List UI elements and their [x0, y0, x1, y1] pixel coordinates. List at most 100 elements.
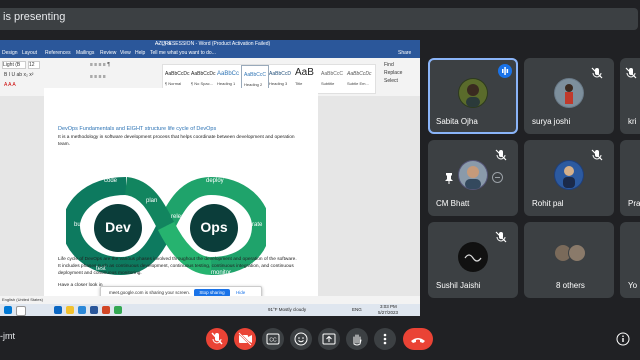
participant-tile[interactable]: Pra [620, 140, 640, 216]
participant-tile[interactable]: surya joshi [524, 58, 614, 134]
participant-tile[interactable]: CM Bhatt [428, 140, 518, 216]
format-buttons[interactable]: B I U ab x₂ x² [4, 72, 33, 78]
word-titlebar: AZURESESSION - Word (Product Activation … [0, 40, 420, 48]
info-icon[interactable] [616, 332, 630, 346]
speaking-indicator-icon [498, 64, 512, 78]
camera-off-icon [238, 332, 252, 346]
ribbon-tabs: Design Layout References Mailings Review… [0, 48, 420, 58]
captions-button[interactable]: CC [262, 328, 284, 350]
participant-tile[interactable]: Sabita Ojha [428, 58, 518, 134]
window-controls: — ▢ ✕ [155, 41, 172, 47]
font-name-box[interactable]: Light (B [2, 61, 26, 69]
find-button[interactable]: Find [384, 62, 394, 68]
search-icon[interactable] [16, 306, 26, 316]
doc-intro: It is a methodology in software developm… [58, 135, 295, 147]
word-icon[interactable] [90, 306, 98, 314]
present-button[interactable] [318, 328, 340, 350]
participant-name: Yo [628, 281, 638, 290]
presenting-banner: is presenting [0, 8, 638, 30]
avatar [458, 160, 488, 190]
participant-name: 8 others [556, 281, 585, 290]
avatar [554, 160, 584, 190]
raise-hand-button[interactable] [346, 328, 368, 350]
mic-toggle-button[interactable] [206, 328, 228, 350]
doc-heading: DevOps Fundamentals and EIGHT structure … [58, 126, 217, 132]
participant-name: Pra [628, 199, 640, 208]
avatar [458, 78, 488, 108]
participant-tile-others[interactable]: 8 others [524, 222, 614, 298]
remove-icon[interactable] [492, 172, 503, 183]
weather-text: 91°F Mostly cloudy [268, 307, 307, 312]
loop-word: deploy [206, 178, 224, 184]
loop-word: plan [146, 198, 157, 204]
participant-tile[interactable]: kri [620, 58, 640, 134]
emoji-icon [294, 332, 308, 346]
style-subtitle[interactable]: AaBbCcC Subtitle [319, 65, 345, 93]
reactions-button[interactable] [290, 328, 312, 350]
participant-name: Rohit pal [532, 199, 564, 208]
ribbon-tab[interactable]: References [45, 48, 71, 58]
logo-dev-text: Dev [105, 219, 131, 235]
more-vert-icon [383, 333, 387, 345]
style-subtle-emphasis[interactable]: AaBbCcDc Subtle Em... [345, 65, 371, 93]
align-buttons[interactable]: ≡ ≡ ≡ ≡ [90, 74, 106, 80]
mic-off-icon [625, 67, 637, 79]
edge-icon[interactable] [54, 306, 62, 314]
participant-tile[interactable]: Rohit pal [524, 140, 614, 216]
ribbon-tab[interactable]: View [120, 48, 131, 58]
ribbon-tab[interactable]: Help [135, 48, 145, 58]
loop-word: build [74, 222, 87, 228]
font-size-box[interactable]: 12 [28, 61, 40, 69]
avatar [458, 242, 488, 272]
loop-word: operate [242, 222, 263, 228]
paragraph-buttons[interactable]: ≡ ≡ ≡ ≡ ¶ [90, 62, 110, 68]
participant-name: CM Bhatt [436, 199, 470, 208]
more-options-button[interactable] [374, 328, 396, 350]
ribbon-tab[interactable]: Review [100, 48, 116, 58]
meeting-controls: -jmt CC [0, 318, 640, 360]
share-button[interactable]: Share [398, 48, 411, 58]
logo-ops-text: Ops [200, 219, 227, 235]
mic-off-icon [591, 67, 603, 79]
top-bar: is presenting [0, 0, 640, 36]
powerpoint-icon[interactable] [102, 306, 110, 314]
participant-tile[interactable]: Yo [620, 222, 640, 298]
pin-icon[interactable] [444, 172, 454, 184]
present-screen-icon [322, 333, 336, 345]
avatar [568, 244, 586, 262]
meeting-code: -jmt [0, 331, 15, 341]
start-icon[interactable] [4, 306, 12, 314]
windows-taskbar: 91°F Mostly cloudy ENG 3:03 PM 5/27/2023 [0, 304, 420, 316]
file-explorer-icon[interactable] [66, 306, 74, 314]
camera-toggle-button[interactable] [234, 328, 256, 350]
participant-name: Sabita Ojha [436, 117, 478, 126]
language-indicator[interactable]: ENG [352, 304, 362, 316]
mic-off-icon [591, 149, 603, 161]
clock-date: 5/27/2023 [378, 310, 399, 315]
chrome-icon[interactable] [114, 306, 122, 314]
shared-screen: AZURESESSION - Word (Product Activation … [0, 40, 420, 316]
participant-tile[interactable]: Sushil Jaishi [428, 222, 518, 298]
document-page[interactable]: DevOps Fundamentals and EIGHT structure … [44, 88, 318, 298]
hand-icon [353, 334, 362, 346]
store-icon[interactable] [78, 306, 86, 314]
avatar [554, 78, 584, 108]
select-button[interactable]: Select [384, 78, 398, 84]
participant-name: Sushil Jaishi [436, 281, 481, 290]
mic-off-icon [495, 149, 507, 161]
word-statusbar: English (United States) [0, 296, 420, 304]
mic-off-icon [211, 332, 223, 345]
hang-up-icon [411, 338, 425, 343]
ribbon-tab[interactable]: Mailings [76, 48, 94, 58]
leave-call-button[interactable] [403, 328, 433, 350]
ribbon-tab[interactable]: Design [2, 48, 18, 58]
loop-word: code [104, 178, 118, 184]
loop-word: release [171, 214, 191, 220]
font-color-buttons[interactable]: A A A [4, 82, 16, 88]
participant-name: kri [628, 117, 637, 126]
svg-text:CC: CC [269, 338, 277, 344]
ribbon-tab[interactable]: Layout [22, 48, 37, 58]
mic-off-icon [495, 231, 507, 243]
tell-me-box[interactable]: Tell me what you want to do... [150, 48, 216, 58]
replace-button[interactable]: Replace [384, 70, 402, 76]
